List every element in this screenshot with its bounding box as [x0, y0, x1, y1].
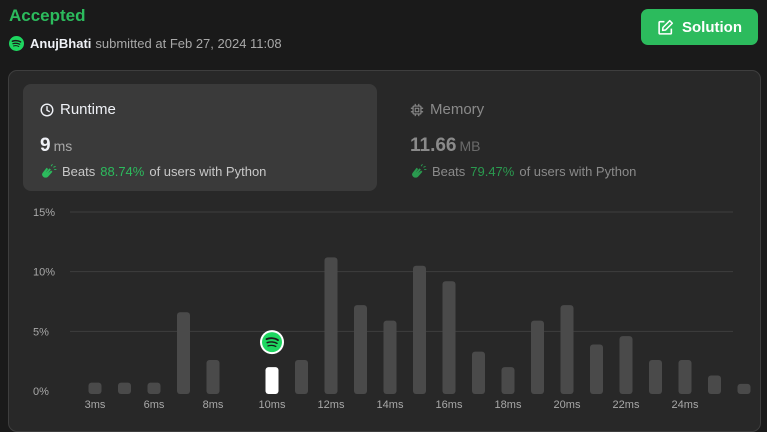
y-tick-label: 15%	[33, 207, 55, 219]
y-tick-label: 10%	[33, 267, 55, 279]
chart-bar[interactable]	[354, 305, 367, 394]
chart-bar[interactable]	[324, 257, 338, 394]
chart-bar[interactable]	[737, 383, 751, 394]
x-tick-label: 16ms	[436, 399, 463, 411]
user-marker-icon	[260, 330, 284, 355]
y-tick-label: 0%	[33, 386, 49, 398]
chart-bar[interactable]	[560, 305, 574, 394]
x-tick-label: 18ms	[495, 399, 522, 411]
x-tick-label: 10ms	[259, 399, 286, 411]
x-tick-label: 24ms	[672, 399, 699, 411]
chart-bar[interactable]	[88, 382, 102, 394]
highlighted-bar[interactable]	[265, 367, 279, 394]
x-tick-label: 20ms	[554, 399, 581, 411]
runtime-distribution-chart: 0% 5% 10% 15% 3ms 6ms 8ms 10ms 12ms 14ms 16ms 18ms 2…	[33, 207, 751, 411]
chart-bar[interactable]	[413, 265, 426, 394]
x-tick-label: 8ms	[203, 399, 224, 411]
x-tick-label: 12ms	[318, 399, 345, 411]
chart-bar[interactable]	[678, 359, 692, 394]
chart-bar[interactable]	[590, 344, 603, 394]
x-tick-label: 3ms	[85, 399, 106, 411]
x-tick-label: 22ms	[613, 399, 640, 411]
chart-bar[interactable]	[383, 320, 397, 394]
chart-bar[interactable]	[619, 336, 633, 394]
chart-bar[interactable]	[147, 382, 161, 394]
chart-bar[interactable]	[442, 281, 456, 394]
chart-bar[interactable]	[649, 359, 662, 394]
chart-bar[interactable]	[472, 351, 485, 394]
chart-bar[interactable]	[206, 359, 220, 394]
chart-bar[interactable]	[708, 375, 721, 394]
chart-bar[interactable]	[531, 320, 544, 394]
chart-bar[interactable]	[501, 367, 515, 394]
x-tick-label: 14ms	[377, 399, 404, 411]
chart-bar[interactable]	[118, 382, 131, 394]
x-tick-label: 6ms	[144, 399, 165, 411]
chart-bar[interactable]	[177, 312, 190, 394]
chart-bar[interactable]	[295, 359, 308, 394]
y-tick-label: 5%	[33, 326, 49, 338]
